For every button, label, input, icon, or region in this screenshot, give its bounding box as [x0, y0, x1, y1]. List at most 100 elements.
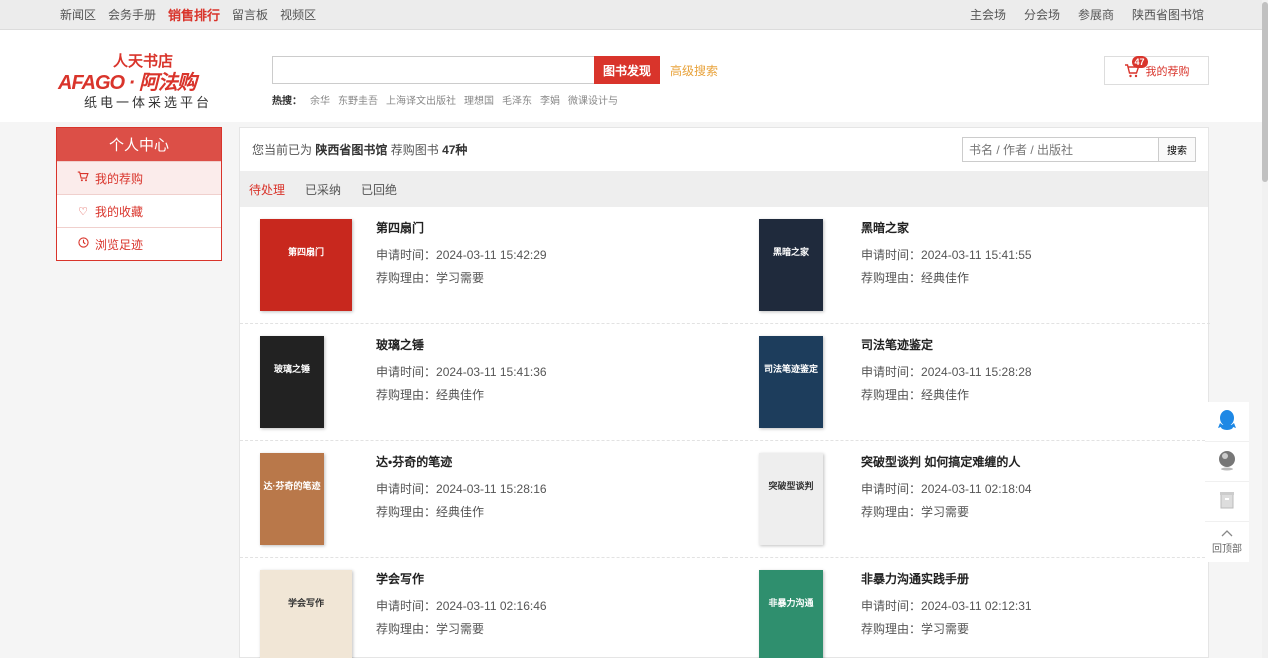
my-recommendations-button[interactable]: 47 我的荐购	[1104, 55, 1209, 85]
hot-word[interactable]: 余华	[310, 92, 330, 107]
recommend-reason: 荐购理由：经典佳作	[376, 386, 547, 403]
book-meta: 玻璃之锤申请时间：2024-03-11 15:41:36 荐购理由：经典佳作	[376, 336, 547, 440]
request-time: 申请时间：2024-03-11 02:18:04	[861, 480, 1032, 497]
book-item[interactable]: 玻璃之锤 玻璃之锤 申请时间：2024-03-11 15:41:36 荐购理由：经典佳…	[240, 324, 725, 441]
sidebar-item-label: 我的收藏	[95, 204, 144, 219]
sidebar-item-my-recommendations[interactable]: 我的荐购	[57, 161, 221, 194]
book-item[interactable]: 达·芬奇的笔迹 达•芬奇的笔迹 申请时间：2024-03-11 15:28:16 荐购…	[240, 441, 725, 558]
book-cover[interactable]: 学会写作	[260, 570, 352, 658]
personal-center-sidebar: 个人中心 我的荐购 ♡ 我的收藏 浏览足迹	[56, 127, 222, 261]
book-title[interactable]: 玻璃之锤	[376, 336, 547, 353]
tab-pending[interactable]: 待处理	[249, 181, 285, 198]
book-item[interactable]: 第四扇门 第四扇门 申请时间：2024-03-11 15:42:29 荐购理由：学习需…	[240, 207, 725, 324]
hot-word[interactable]: 毛泽东	[502, 92, 532, 107]
nav-sub-venue[interactable]: 分会场	[1024, 6, 1060, 23]
book-meta: 黑暗之家 申请时间：2024-03-11 15:41:55 荐购理由：经典佳作	[861, 219, 1032, 323]
tab-rejected[interactable]: 已回绝	[361, 181, 397, 198]
float-toolbar: 回顶部	[1205, 402, 1249, 562]
book-cover-title: 突破型谈判	[768, 480, 814, 491]
recommend-reason: 荐购理由：经典佳作	[861, 386, 1032, 403]
my-recommendations-label: 我的荐购	[1145, 65, 1190, 78]
mobile-button[interactable]	[1205, 482, 1249, 522]
book-cover-title: 学会写作	[287, 597, 324, 608]
nav-handbook[interactable]: 会务手册	[108, 6, 156, 23]
book-cover[interactable]: 司法笔迹鉴定	[759, 336, 823, 428]
book-title[interactable]: 非暴力沟通实践手册	[861, 570, 1032, 587]
book-title[interactable]: 达•芬奇的笔迹	[376, 453, 547, 470]
book-cover[interactable]: 非暴力沟通	[759, 570, 823, 658]
chevron-up-icon	[1221, 529, 1233, 540]
qq-button[interactable]	[1205, 402, 1249, 442]
request-time-label: 申请时间：	[861, 365, 922, 379]
recommend-reason: 荐购理由：经典佳作	[376, 503, 547, 520]
book-title[interactable]: 第四扇门	[376, 219, 547, 236]
request-time-value: 2024-03-11 02:12:31	[921, 599, 1032, 613]
site-logo[interactable]: 人天书店 AFAGO · 阿法购 纸电一体采选平台	[58, 50, 228, 112]
request-time: 申请时间：2024-03-11 15:41:36	[376, 363, 547, 380]
hot-word[interactable]: 李娟	[540, 92, 560, 107]
back-to-top-button[interactable]: 回顶部	[1205, 522, 1249, 562]
clock-icon	[77, 237, 89, 251]
request-time-label: 申请时间：	[376, 599, 437, 613]
nav-exhibitors[interactable]: 参展商	[1078, 6, 1114, 23]
book-item[interactable]: 非暴力沟通 非暴力沟通实践手册 申请时间：2024-03-11 02:12:31 荐购…	[725, 558, 1210, 658]
recommend-reason: 荐购理由：学习需要	[376, 269, 547, 286]
book-cover[interactable]: 达·芬奇的笔迹	[260, 453, 324, 545]
reason-label: 荐购理由：	[376, 505, 437, 519]
cart-icon: 47	[1124, 55, 1148, 78]
request-time-label: 申请时间：	[861, 599, 922, 613]
reason-value: 经典佳作	[436, 388, 485, 402]
book-cover-title: 第四扇门	[287, 246, 324, 257]
book-item[interactable]: 学会写作 学会写作 申请时间：2024-03-11 02:16:46 荐购理由：学习需…	[240, 558, 725, 658]
nav-video[interactable]: 视频区	[280, 6, 316, 23]
sidebar-item-browse-history[interactable]: 浏览足迹	[57, 227, 221, 260]
reason-label: 荐购理由：	[376, 388, 437, 402]
book-item[interactable]: 司法笔迹鉴定 司法笔迹鉴定 申请时间：2024-03-11 15:28:28 荐购理由…	[725, 324, 1210, 441]
nav-sales-ranking[interactable]: 销售排行	[168, 5, 220, 24]
page-scrollbar[interactable]	[1262, 0, 1268, 658]
sidebar-item-my-favorites[interactable]: ♡ 我的收藏	[57, 194, 221, 227]
book-title[interactable]: 突破型谈判 如何搞定难缠的人	[861, 453, 1032, 470]
hot-word[interactable]: 东野圭吾	[338, 92, 378, 107]
book-cover-title: 司法笔迹鉴定	[763, 363, 818, 374]
request-time-value: 2024-03-11 15:28:16	[436, 482, 547, 496]
tab-accepted[interactable]: 已采纳	[305, 181, 341, 198]
book-cover[interactable]: 第四扇门	[260, 219, 352, 311]
cart-icon	[77, 171, 89, 185]
sidebar-item-label: 浏览足迹	[95, 237, 144, 252]
book-cover[interactable]: 突破型谈判	[759, 453, 823, 545]
book-item[interactable]: 黑暗之家 黑暗之家 申请时间：2024-03-11 15:41:55 荐购理由：经典佳…	[725, 207, 1210, 324]
book-cover[interactable]: 玻璃之锤	[260, 336, 324, 428]
library-name: 陕西省图书馆	[315, 143, 388, 157]
book-title[interactable]: 黑暗之家	[861, 219, 1032, 236]
advanced-search-link[interactable]: 高级搜索	[670, 62, 718, 79]
reason-value: 学习需要	[436, 271, 485, 285]
request-time: 申请时间：2024-03-11 15:28:16	[376, 480, 547, 497]
scrollbar-thumb[interactable]	[1262, 2, 1268, 182]
filter-search-input[interactable]	[962, 137, 1158, 162]
search-button[interactable]: 图书发现	[594, 56, 660, 84]
book-title[interactable]: 学会写作	[376, 570, 547, 587]
filter-search-button[interactable]: 搜索	[1158, 137, 1196, 162]
book-item[interactable]: 突破型谈判 突破型谈判 如何搞定难缠的人 申请时间：2024-03-11 02:18…	[725, 441, 1210, 558]
trash-icon	[1218, 490, 1236, 513]
reason-value: 经典佳作	[921, 271, 970, 285]
hot-word[interactable]: 理想国	[464, 92, 494, 107]
search-input[interactable]	[272, 56, 594, 84]
nav-message-board[interactable]: 留言板	[232, 6, 268, 23]
header: 人天书店 AFAGO · 阿法购 纸电一体采选平台 图书发现 高级搜索 热搜： …	[0, 30, 1268, 122]
reason-label: 荐购理由：	[861, 505, 922, 519]
nav-news[interactable]: 新闻区	[60, 6, 96, 23]
search-bar: 图书发现 高级搜索	[272, 56, 718, 84]
cart-count-badge: 47	[1131, 55, 1148, 68]
nav-library[interactable]: 陕西省图书馆	[1132, 6, 1204, 23]
hot-word[interactable]: 微课设计与	[568, 92, 618, 107]
hot-word[interactable]: 上海译文出版社	[386, 92, 456, 107]
book-cover[interactable]: 黑暗之家	[759, 219, 823, 311]
recommend-reason: 荐购理由：经典佳作	[861, 269, 1032, 286]
request-time: 申请时间：2024-03-11 02:16:46	[376, 597, 547, 614]
nav-main-venue[interactable]: 主会场	[970, 6, 1006, 23]
logo-brand: AFAGO · 阿法购	[58, 72, 197, 94]
service-button[interactable]	[1205, 442, 1249, 482]
book-title[interactable]: 司法笔迹鉴定	[861, 336, 1032, 353]
